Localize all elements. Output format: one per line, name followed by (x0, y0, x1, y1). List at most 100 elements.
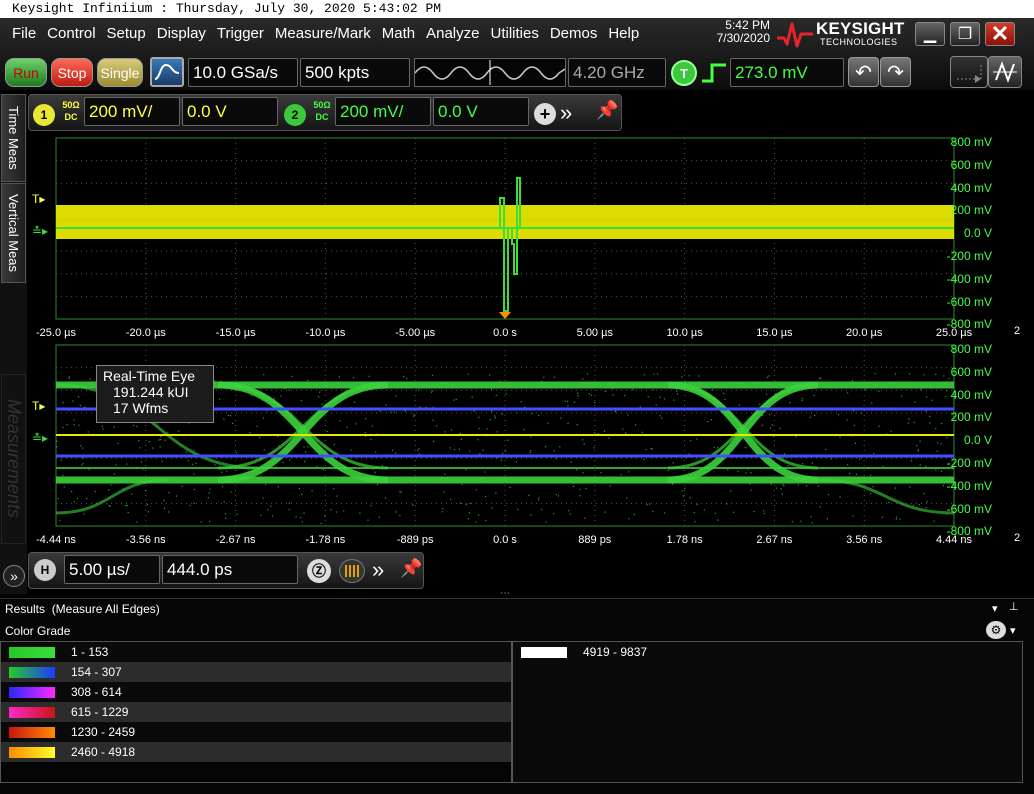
memory-depth-field[interactable]: 500 kpts (300, 58, 410, 87)
y-tick-label: 600 mV (950, 157, 992, 172)
x-tick-label: 0.0 s (493, 327, 517, 339)
channel-1-scale-field[interactable]: 200 mV/ (84, 97, 180, 126)
eye-label-ui: 191.244 kUI (113, 384, 189, 400)
autoscale-icon (154, 63, 180, 80)
legend-row: 1230 - 2459 (1, 722, 511, 742)
trigger-badge[interactable]: T (671, 60, 697, 86)
menu-help[interactable]: Help (602, 22, 644, 46)
channel-more-button[interactable]: » (560, 100, 572, 126)
expand-sidebar-button[interactable]: » (3, 565, 25, 587)
brand-name: KEYSIGHT (816, 19, 905, 38)
menu-measure-mark[interactable]: Measure/Mark (269, 22, 376, 46)
y-tick-label: -200 mV (946, 249, 992, 263)
acquisition-mode-button[interactable] (339, 559, 365, 583)
trigger-glitch (498, 177, 521, 312)
sidebar: Time Meas Vertical Meas Measurements » (0, 94, 27, 594)
sample-rate-field[interactable]: 10.0 GSa/s (188, 58, 298, 87)
channel-2-coupling-mode: DC (315, 112, 329, 122)
legend-row: 1 - 153 (1, 642, 511, 662)
channel-1-coupling[interactable]: 50Ω DC (60, 99, 82, 123)
undo-button[interactable]: ↶ (848, 57, 879, 87)
color-grade-menu-button[interactable]: ▾ (1010, 624, 1016, 637)
horizontal-scale-field[interactable]: 5.00 µs/ (64, 555, 160, 584)
stop-button[interactable]: Stop (51, 58, 93, 87)
close-button[interactable]: ✕ (985, 21, 1015, 46)
minimize-icon: ▁ (923, 26, 937, 43)
x-tick-label: -3.56 ns (125, 534, 166, 546)
channel-1-offset-field[interactable]: 0.0 V (182, 97, 278, 126)
bandwidth-field[interactable]: 4.20 GHz (568, 58, 666, 87)
eye-ground-marker[interactable]: ≛▸ (32, 431, 48, 445)
maximize-button[interactable]: ❐ (950, 22, 980, 46)
channel-ground-marker[interactable]: ≛▸ (32, 224, 48, 238)
legend-row: 308 - 614 (1, 682, 511, 702)
y-tick-label: 400 mV (950, 387, 992, 402)
channel-2-scale-field[interactable]: 200 mV/ (335, 97, 431, 126)
results-menu-button[interactable]: ▾ (992, 602, 998, 615)
y-tick-label: 800 mV (950, 135, 992, 149)
x-tick-label: 2.67 ns (756, 534, 793, 546)
single-button[interactable]: Single (97, 58, 143, 87)
zoom-button[interactable]: Ⓩ (307, 559, 331, 583)
results-pin-button[interactable]: ⊥ (1009, 600, 1019, 613)
menu-trigger[interactable]: Trigger (211, 22, 269, 46)
redo-button[interactable]: ↷ (880, 57, 911, 87)
minimize-button[interactable]: ▁ (915, 22, 945, 46)
menu-setup[interactable]: Setup (101, 22, 151, 46)
close-icon: ✕ (990, 21, 1010, 46)
legend-swatch (9, 686, 55, 698)
y-tick-label: 200 mV (950, 410, 992, 425)
x-tick-label: -20.0 µs (125, 327, 166, 339)
channel-2-badge[interactable]: 2 (284, 104, 306, 126)
menu-math[interactable]: Math (376, 22, 420, 46)
rising-edge-icon[interactable] (700, 61, 728, 85)
grid1-corner: 2 (1014, 325, 1021, 337)
legend-range: 308 - 614 (71, 685, 122, 699)
horizontal-pin-button[interactable]: 📌 (400, 558, 422, 579)
menu-analyze[interactable]: Analyze (420, 22, 484, 46)
menu-display[interactable]: Display (151, 22, 211, 46)
channel-2-coupling[interactable]: 50Ω DC (311, 99, 333, 123)
timebase-overview[interactable] (414, 58, 566, 87)
layout-button[interactable] (950, 56, 988, 88)
menu-utilities[interactable]: Utilities (484, 22, 543, 46)
waveform-graticule[interactable] (28, 136, 1034, 341)
color-grade-settings-button[interactable]: ⚙ (986, 621, 1006, 639)
channel-2-offset-field[interactable]: 0.0 V (433, 97, 529, 126)
tab-time-meas[interactable]: Time Meas (1, 94, 26, 182)
menu-demos[interactable]: Demos (544, 22, 603, 46)
menu-control[interactable]: Control (41, 22, 100, 46)
tab-measurements[interactable]: Measurements (1, 374, 26, 544)
eye-trigger-marker[interactable]: T▸ (32, 399, 45, 413)
measure-button[interactable] (988, 56, 1022, 88)
waveform-area[interactable]: T▸ ≛▸ (28, 136, 1034, 341)
pin-icon: 📌 (400, 558, 423, 578)
autoscale-button[interactable] (150, 57, 184, 87)
double-chevron-right-icon: » (372, 557, 385, 582)
horizontal-more-button[interactable]: » (372, 557, 384, 583)
grid2-corner: 2 (1014, 532, 1021, 544)
double-chevron-icon: » (10, 568, 18, 584)
horizontal-position-field[interactable]: 444.0 ps (162, 555, 298, 584)
legend-row: 4919 - 9837 (513, 642, 1022, 662)
channel-1-badge[interactable]: 1 (33, 104, 55, 126)
x-tick-label: 1.78 ns (666, 534, 703, 546)
x-tick-label: 15.0 µs (756, 327, 793, 339)
horizontal-badge[interactable]: H (34, 559, 56, 581)
eye-info-label[interactable]: Real-Time Eye 191.244 kUI 17 Wfms (96, 365, 214, 423)
x-tick-label: -4.44 ns (36, 534, 76, 546)
add-channel-button[interactable]: + (534, 103, 556, 125)
run-button[interactable]: Run (5, 58, 47, 87)
legend-swatch (9, 746, 55, 758)
trigger-level-field[interactable]: 273.0 mV (730, 58, 844, 87)
y-tick-label: 0.0 V (963, 226, 992, 241)
menu-file[interactable]: File (0, 22, 41, 46)
y-tick-label: 400 mV (950, 180, 992, 195)
y-tick-label: -400 mV (946, 478, 992, 493)
y-tick-label: -800 mV (946, 317, 992, 332)
tab-vertical-meas[interactable]: Vertical Meas (1, 183, 26, 283)
channel-1-impedance: 50Ω (62, 100, 80, 110)
x-tick-label: 10.0 µs (666, 327, 703, 339)
trigger-level-marker[interactable]: T▸ (32, 192, 45, 206)
channel-pin-button[interactable]: 📌 (596, 100, 618, 121)
